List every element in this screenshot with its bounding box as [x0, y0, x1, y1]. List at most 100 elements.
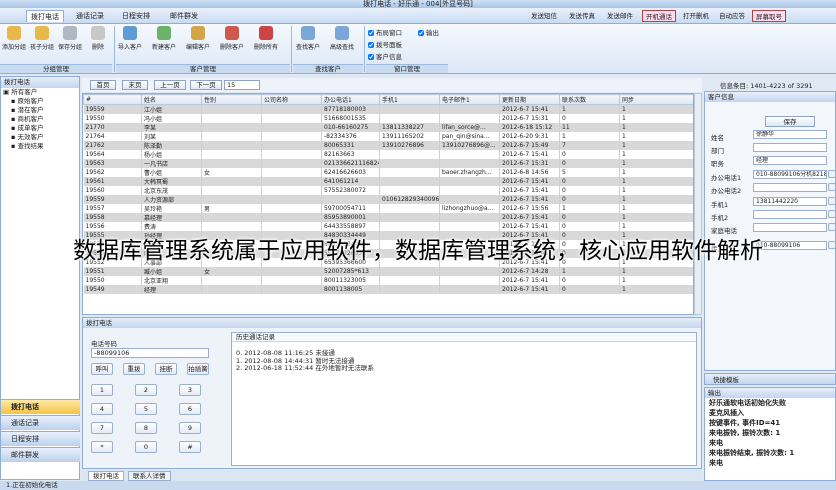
delete-all-button[interactable]: 删除所有 — [254, 26, 278, 51]
dial-office2-icon[interactable] — [828, 183, 836, 191]
send-fax-link[interactable]: 发送传真 — [566, 10, 598, 22]
grid-scrollbar[interactable] — [694, 93, 702, 315]
auto-answer-link[interactable]: 自动应答 — [716, 10, 748, 22]
dial-panel-check[interactable]: 拨号面板 — [368, 39, 402, 49]
call-button[interactable]: 呼叫 — [91, 363, 113, 375]
grid-column-header[interactable]: 联系次数 — [559, 94, 620, 105]
field-home[interactable] — [753, 223, 827, 232]
grid-column-header[interactable]: 手机1 — [379, 94, 440, 105]
table-row[interactable]: 19556 费涛 64433558897 2012-6-7 15:41 0 1 — [83, 222, 693, 231]
table-row[interactable]: 19557 吴玲艳男 59700054711 lizhongzhuo@a... 2012… — [83, 204, 693, 213]
table-row[interactable]: 19550 冯小姐 51668001535 2012-6-7 15:31 0 1 — [83, 114, 693, 123]
import-customer-button[interactable]: 导入客户 — [118, 26, 142, 51]
child-group-button[interactable]: 孩子分组 — [30, 26, 54, 51]
open-hangup-link[interactable]: 打开删机 — [680, 10, 712, 22]
dial-mobile1-icon[interactable] — [828, 197, 836, 205]
add-group-button[interactable]: 添加分组 — [2, 26, 26, 51]
table-row[interactable]: 19559 江小姐 87718180003 2012-6-7 15:41 1 1 — [83, 104, 693, 114]
table-row[interactable]: 19549 经理 8001138005 2012-6-7 15:41 0 1 — [83, 285, 693, 294]
delete-customer-button[interactable]: 删除客户 — [220, 26, 244, 51]
dial-panel-checkbox[interactable] — [368, 42, 374, 48]
field-office1[interactable]: 010-88099106分机8218 — [753, 170, 827, 179]
advanced-search-button[interactable]: 高级查找 — [330, 26, 354, 51]
save-group-button[interactable]: 保存分组 — [58, 26, 82, 51]
key-7[interactable]: 7 — [91, 422, 113, 434]
nav-dial[interactable]: 拨打电话 — [1, 399, 80, 414]
page-size-select[interactable]: 15 — [224, 80, 260, 90]
field-title[interactable]: 经理 — [753, 156, 827, 165]
key-hash[interactable]: # — [179, 441, 201, 453]
nav-call-log[interactable]: 通话记录 — [1, 415, 80, 430]
phone-number-input[interactable]: -88099106 — [91, 348, 209, 358]
tab-schedule[interactable]: 日程安排 — [118, 10, 154, 22]
field-dept[interactable] — [753, 143, 827, 152]
field-office2[interactable] — [753, 183, 827, 192]
key-4[interactable]: 4 — [91, 403, 113, 415]
key-3[interactable]: 3 — [179, 384, 201, 396]
tree-item-invalid[interactable]: ▪ 无效客户 — [1, 133, 79, 142]
table-row[interactable]: 19558 慕经理 85953890001 2012-6-7 15:41 0 1 — [83, 213, 693, 222]
screen-capture-link[interactable]: 屏幕取号 — [752, 10, 786, 22]
tab-contact-details[interactable]: 联系人详情 — [128, 471, 171, 481]
output-checkbox[interactable] — [418, 30, 424, 36]
last-page-button[interactable]: 末页 — [122, 80, 148, 90]
table-row[interactable]: 21762 陈泽勤 80065331 13910276896 13910276896@.… — [83, 141, 693, 150]
dial-office1-icon[interactable] — [828, 170, 836, 178]
grid-column-header[interactable]: 性别 — [201, 94, 262, 105]
customer-info-check[interactable]: 客户信息 — [368, 51, 402, 61]
edit-customer-button[interactable]: 编辑客户 — [186, 26, 210, 51]
tree-item-opportunity[interactable]: ▪ 商机客户 — [1, 115, 79, 124]
table-row[interactable]: 19564 杨小姐 82163663 2012-6-7 15:41 0 1 — [83, 150, 693, 159]
key-8[interactable]: 8 — [135, 422, 157, 434]
delete-group-button[interactable]: 删除 — [86, 26, 110, 51]
field-mobile2[interactable] — [753, 210, 827, 219]
key-2[interactable]: 2 — [135, 384, 157, 396]
tree-item-potential[interactable]: ▪ 潜在客户 — [1, 106, 79, 115]
start-call-link[interactable]: 开机通话 — [642, 10, 676, 22]
tab-call-log[interactable]: 通话记录 — [72, 10, 108, 22]
output-check[interactable]: 输出 — [418, 27, 439, 37]
table-row[interactable]: 19563 一凡书店 021336621116824 2012-6-7 15:31 0 1 — [83, 159, 693, 168]
send-email-link[interactable]: 发送邮件 — [604, 10, 636, 22]
table-row[interactable]: 19560 北京东茂 57552380072 2012-6-7 15:41 0 1 — [83, 186, 693, 195]
key-star[interactable]: * — [91, 441, 113, 453]
nav-schedule[interactable]: 日程安排 — [1, 431, 80, 446]
redial-button[interactable]: 重拨 — [123, 363, 145, 375]
table-row[interactable]: 19561 大韩冥蜀 641061214 2012-6-7 15:41 0 1 — [83, 177, 693, 186]
table-row[interactable]: 19559 人力资源部 010612829340096 2012-6-7 15:41 0… — [83, 195, 693, 204]
grid-column-header[interactable]: 公司名称 — [261, 94, 322, 105]
find-customer-button[interactable]: 查找客户 — [296, 26, 320, 51]
dial-mobile2-icon[interactable] — [828, 210, 836, 218]
key-6[interactable]: 6 — [179, 403, 201, 415]
quick-template-header[interactable]: 快捷模板 — [704, 373, 836, 385]
tree-item-all[interactable]: ▣ 所有客户 — [1, 88, 79, 97]
key-9[interactable]: 9 — [179, 422, 201, 434]
grid-column-header[interactable]: 办公电话1 — [321, 94, 380, 105]
tree-item-closed[interactable]: ▪ 成单客户 — [1, 124, 79, 133]
send-sms-link[interactable]: 发送短信 — [528, 10, 560, 22]
layout-window-checkbox[interactable] — [368, 30, 374, 36]
dial-home-icon[interactable] — [828, 223, 836, 231]
hangup-button[interactable]: 挂断 — [155, 363, 177, 375]
key-1[interactable]: 1 — [91, 384, 113, 396]
grid-column-header[interactable]: 电子邮件1 — [439, 94, 500, 105]
tab-dial-bottom[interactable]: 拨打电话 — [88, 471, 124, 481]
tab-mass-mail[interactable]: 邮件群发 — [166, 10, 202, 22]
layout-window-check[interactable]: 布局窗口 — [368, 27, 402, 37]
grid-column-header[interactable]: 同步 — [619, 94, 693, 105]
table-row[interactable]: 19550 北京亚翔 80011323005 2012-6-7 15:41 0 1 — [83, 276, 693, 285]
next-page-button[interactable]: 下一页 — [190, 80, 222, 90]
flash-button[interactable]: 拍插簧 — [187, 363, 209, 375]
table-row[interactable]: 19562 曹小姐女 62416626603 baoer.zhangzh... 2012… — [83, 168, 693, 177]
nav-mass-mail[interactable]: 邮件群发 — [1, 447, 80, 462]
prev-page-button[interactable]: 上一页 — [154, 80, 186, 90]
table-row[interactable]: 21764 刘某 -82334376 13911165202 pan_qin@sina.… — [83, 132, 693, 141]
key-5[interactable]: 5 — [135, 403, 157, 415]
tree-item-original[interactable]: ▪ 原始客户 — [1, 97, 79, 106]
table-row[interactable]: 21770 李某 010-66160275 13811338227 lifan_sorc… — [83, 123, 693, 132]
field-name[interactable]: 徐静华 — [753, 130, 827, 139]
grid-column-header[interactable]: 更新日期 — [499, 94, 560, 105]
new-customer-button[interactable]: 新建客户 — [152, 26, 176, 51]
tree-item-search-results[interactable]: ▪ 查找结果 — [1, 142, 79, 151]
field-mobile1[interactable]: 13811442220 — [753, 197, 827, 206]
